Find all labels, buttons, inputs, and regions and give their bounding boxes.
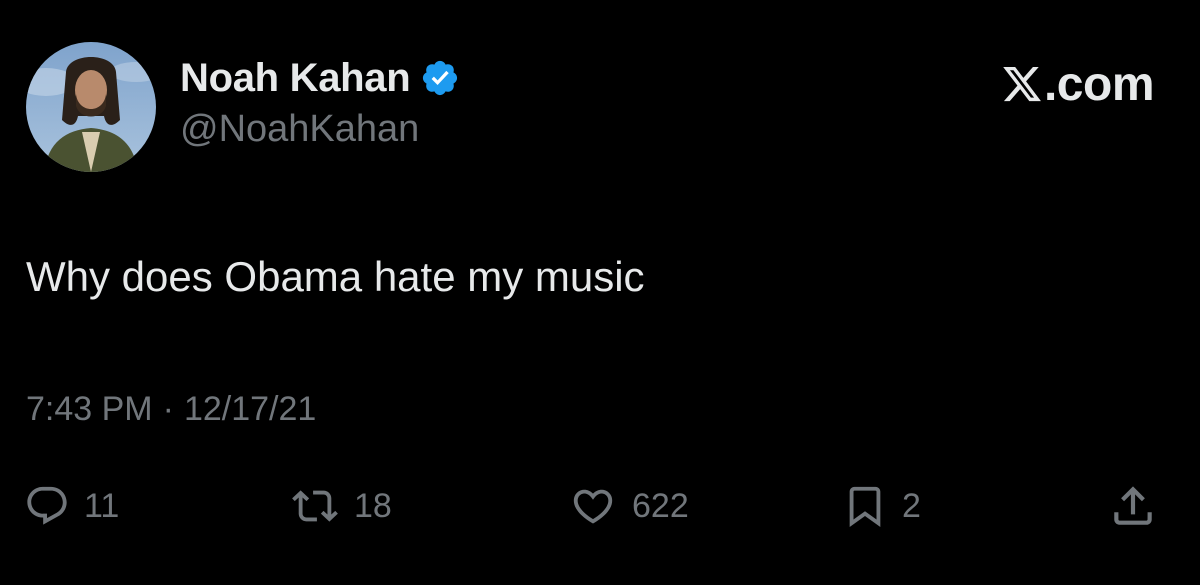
tweet-text: Why does Obama hate my music <box>26 253 645 300</box>
verified-badge-icon <box>420 58 460 98</box>
tweet-card: Noah Kahan @NoahKahan .com Why does Obam… <box>0 0 1200 585</box>
author-name-row: Noah Kahan <box>180 50 460 106</box>
bookmark-button[interactable]: 2 <box>842 478 921 534</box>
retweet-icon <box>290 483 340 529</box>
display-name[interactable]: Noah Kahan <box>180 56 411 101</box>
profile-photo <box>26 42 156 172</box>
tweet-timestamp[interactable]: 7:43 PM · 12/17/21 <box>26 386 316 432</box>
reply-icon <box>24 483 70 529</box>
x-logo-icon <box>1000 63 1044 105</box>
brand-logo: .com <box>1000 56 1155 112</box>
tweet-date: 12/17/21 <box>183 389 317 428</box>
like-count: 622 <box>632 486 689 525</box>
bookmark-count: 2 <box>902 486 921 525</box>
meta-separator: · <box>162 389 174 428</box>
tweet-time: 7:43 PM <box>26 389 153 428</box>
bookmark-icon <box>842 482 888 530</box>
avatar[interactable] <box>26 42 156 172</box>
brand-text: .com <box>1043 57 1155 111</box>
reply-button[interactable]: 11 <box>24 478 119 534</box>
retweet-count: 18 <box>354 486 392 525</box>
reply-count: 11 <box>84 486 120 525</box>
author-handle[interactable]: @NoahKahan <box>180 108 419 151</box>
retweet-button[interactable]: 18 <box>290 478 392 534</box>
action-bar: 11 18 622 2 <box>0 478 1200 534</box>
share-button[interactable] <box>1108 478 1158 534</box>
heart-icon <box>568 483 618 529</box>
like-button[interactable]: 622 <box>568 478 689 534</box>
share-icon <box>1108 481 1158 531</box>
